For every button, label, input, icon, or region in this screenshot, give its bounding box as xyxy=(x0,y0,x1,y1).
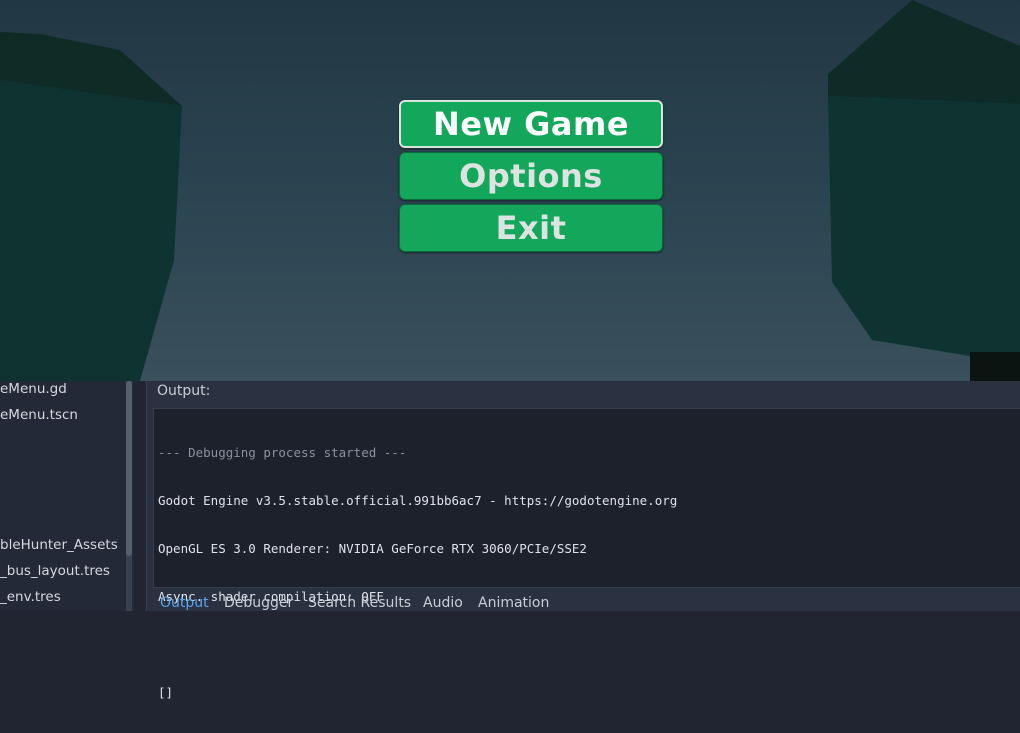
tree-right xyxy=(828,96,1020,356)
fs-item-bus-layout[interactable]: _bus_layout.tres xyxy=(0,563,110,579)
fs-item-env[interactable]: _env.tres xyxy=(0,589,61,605)
output-log[interactable]: --- Debugging process started --- Godot … xyxy=(153,408,1020,700)
log-line: OpenGL ES 3.0 Renderer: NVIDIA GeForce R… xyxy=(158,541,587,556)
bottom-panel: Output: --- Debugging process started --… xyxy=(146,381,1020,700)
tab-output[interactable]: Output xyxy=(160,595,209,611)
exit-button[interactable]: Exit xyxy=(399,204,663,252)
options-button[interactable]: Options xyxy=(399,152,663,200)
game-viewport: New Game Options Exit xyxy=(0,0,1020,381)
tab-animation[interactable]: Animation xyxy=(478,595,549,611)
log-line: Godot Engine v3.5.stable.official.991bb6… xyxy=(158,493,678,508)
panel-splitter[interactable] xyxy=(134,381,146,611)
tree-right-trunk xyxy=(970,352,1020,381)
fs-item-menu-scene[interactable]: eMenu.tscn xyxy=(0,407,78,423)
tab-search-results[interactable]: Search Results xyxy=(308,595,411,611)
tab-debugger[interactable]: Debugger xyxy=(224,595,293,611)
new-game-button[interactable]: New Game xyxy=(399,100,663,148)
fs-item-menu-script[interactable]: eMenu.gd xyxy=(0,381,67,397)
filesystem-panel: eMenu.gd eMenu.tscn bleHunter_Assets _bu… xyxy=(0,381,134,611)
tab-audio[interactable]: Audio xyxy=(423,595,463,611)
fs-item-assets-folder[interactable]: bleHunter_Assets xyxy=(0,537,118,553)
log-line: [] xyxy=(158,685,174,700)
scrollbar-thumb[interactable] xyxy=(126,381,132,556)
output-label: Output: xyxy=(157,383,211,399)
log-line: --- Debugging process started --- xyxy=(158,445,407,460)
filesystem-scrollbar[interactable] xyxy=(126,381,132,611)
